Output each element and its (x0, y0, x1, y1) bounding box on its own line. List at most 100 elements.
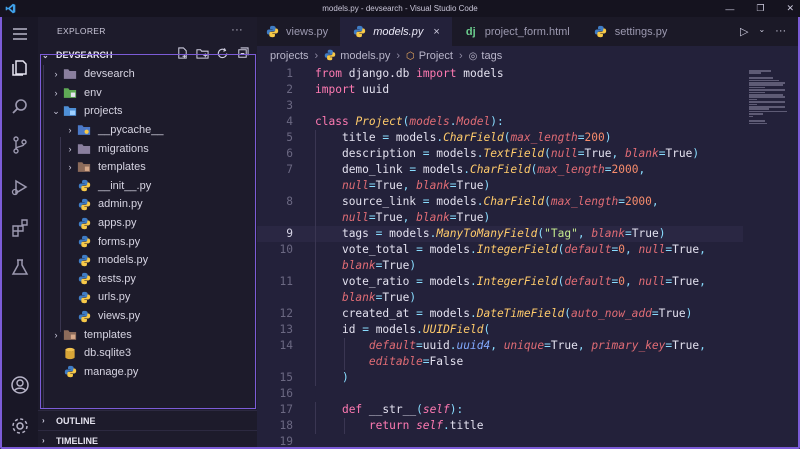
python-icon (594, 25, 608, 39)
minimap-line (749, 115, 753, 118)
minimap-line (749, 91, 765, 94)
tab-project-form-html[interactable]: dj project_form.html (452, 17, 582, 46)
code-line: 10 vote_total = models.IntegerField(defa… (279, 242, 706, 258)
minimap-line (749, 77, 773, 79)
minimap-line (749, 106, 785, 108)
code-line: editable=False (257, 354, 743, 370)
code-editor[interactable]: 1 from django.db import models 2 import uu… (257, 66, 743, 448)
chevron-right-icon: › (459, 50, 463, 62)
outline-section[interactable]: › OUTLINE (38, 410, 257, 430)
code-line: 18 return self.title (279, 418, 484, 434)
code-line: 13 id = models.UUIDField( (279, 322, 491, 338)
chevron-right-icon: › (42, 416, 45, 425)
minimap-line (749, 120, 765, 122)
breadcrumb-file[interactable]: models.py (340, 50, 390, 62)
breadcrumb-symbol[interactable]: tags (481, 50, 502, 62)
chevron-right-icon: › (42, 436, 45, 445)
search-icon[interactable] (2, 92, 38, 122)
code-line: 12 created_at = models.DateTimeField(aut… (279, 306, 693, 322)
python-icon (265, 25, 279, 39)
minimap-line (749, 110, 787, 113)
explorer-sidebar: EXPLORER ··· ⌄ DEVSEARCH › devsearch › env ⌄… (38, 17, 257, 447)
tab-views-py[interactable]: views.py (257, 17, 340, 46)
code-line: 8 source_link = models.CharField(max_len… (286, 194, 659, 210)
breadcrumb-class[interactable]: Project (419, 50, 453, 62)
minimap-line (749, 94, 783, 96)
explorer-title: EXPLORER (57, 26, 106, 36)
minimap-line (749, 72, 761, 74)
code-line: 11 vote_ratio = models.IntegerField(defa… (279, 274, 706, 290)
run-debug-icon[interactable] (2, 172, 38, 202)
minimap[interactable] (743, 66, 798, 447)
more-actions-icon[interactable]: ··· (775, 25, 786, 38)
tab-label: settings.py (614, 25, 668, 38)
minimap-line (749, 98, 757, 101)
title-bar: models.py - devsearch - Visual Studio Co… (0, 0, 800, 17)
tab-settings-py[interactable]: settings.py (582, 17, 680, 46)
minimap-line (749, 113, 763, 115)
source-control-icon[interactable] (2, 130, 38, 160)
tab-label: project_form.html (484, 25, 570, 38)
minimap-line (749, 89, 785, 91)
code-line: blank=True) (257, 258, 743, 274)
code-line: 15 ) (279, 370, 349, 386)
class-symbol-icon: ⬡ (406, 50, 415, 62)
minimap-line (749, 101, 785, 103)
django-icon: dj (465, 25, 476, 38)
code-line: 19 (279, 435, 293, 448)
code-line: blank=True) (257, 290, 743, 306)
window-title: models.py - devsearch - Visual Studio Co… (322, 4, 478, 13)
chevron-down-icon[interactable]: ⌄ (758, 25, 765, 38)
code-line: 1 from django.db import models (286, 67, 504, 80)
minimap-line (749, 96, 785, 98)
code-line: 6 description = models.TextField(null=Tr… (286, 146, 700, 162)
restore-icon[interactable]: ❐ (756, 3, 764, 14)
activity-bar (2, 17, 38, 447)
outline-label: OUTLINE (56, 415, 96, 426)
minimap-line (749, 79, 779, 82)
tab-label: models.py (373, 25, 424, 38)
minimap-line (749, 82, 785, 84)
timeline-section[interactable]: › TIMELINE (38, 430, 257, 449)
minimap-line (749, 122, 767, 125)
chevron-right-icon: › (314, 50, 319, 62)
code-line-current: 9 tags = models.ManyToManyField("Tag", b… (257, 226, 743, 242)
tab-label: views.py (286, 25, 329, 38)
breadcrumb: projects › models.py › ⬡ Project › ◎ tag… (257, 46, 798, 66)
minimap-line (749, 84, 783, 86)
field-symbol-icon: ◎ (468, 50, 478, 62)
breadcrumb-folder[interactable]: projects (270, 50, 309, 62)
testing-icon[interactable] (2, 252, 38, 282)
code-line: 4 class Project(models.Model): (286, 115, 504, 128)
code-line: 14 default=uuid.uuid4, unique=True, prim… (279, 338, 706, 354)
settings-gear-icon[interactable] (2, 411, 38, 441)
code-line: null=True, blank=True) (257, 210, 743, 226)
close-icon[interactable]: × (433, 26, 439, 38)
code-line: 3 (286, 99, 293, 112)
code-line: 5 title = models.CharField(max_length=20… (286, 130, 612, 146)
editor-tabs: views.py models.py × dj project_form.html set… (257, 17, 798, 46)
menu-icon[interactable] (2, 19, 38, 49)
close-icon[interactable]: ✕ (786, 3, 794, 14)
minimap-line (749, 70, 771, 72)
account-icon[interactable] (2, 370, 38, 400)
more-actions-icon[interactable]: ··· (231, 24, 243, 36)
python-icon (352, 25, 366, 39)
explorer-icon[interactable] (2, 53, 38, 83)
focus-outline (40, 54, 256, 409)
python-icon (324, 49, 336, 64)
extensions-icon[interactable] (2, 213, 38, 243)
chevron-right-icon: › (396, 50, 401, 62)
code-line: null=True, blank=True) (257, 178, 743, 194)
timeline-label: TIMELINE (56, 435, 98, 446)
code-line: 16 (279, 387, 293, 400)
minimize-icon[interactable]: — (725, 4, 734, 14)
tab-models-py[interactable]: models.py × (340, 17, 452, 46)
run-file-icon[interactable]: ▷ (740, 25, 748, 38)
minimap-line (749, 103, 757, 106)
minimap-line (749, 86, 765, 89)
code-line: 17 def __str__(self): (279, 402, 464, 418)
code-line: 2 import uuid (286, 83, 390, 96)
code-line: 7 demo_link = models.CharField(max_lengt… (286, 162, 646, 178)
minimap-line (749, 108, 769, 110)
